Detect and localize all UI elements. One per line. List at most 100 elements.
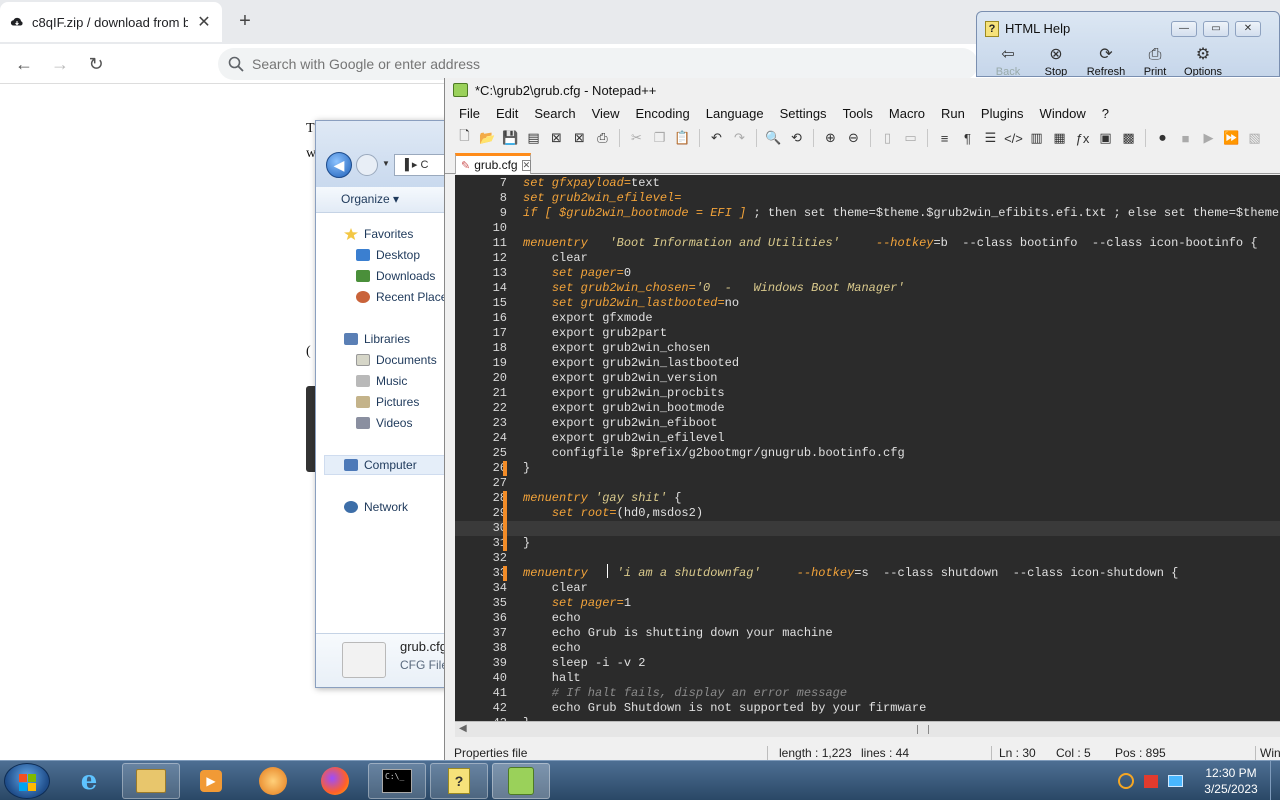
search-tray-icon[interactable] [1118, 773, 1134, 789]
code-line[interactable]: 35 set pager=1 [455, 596, 1280, 611]
copy-icon[interactable]: ❐ [650, 129, 669, 148]
explorer-back-icon[interactable]: ◀ [326, 152, 352, 178]
code-line[interactable]: 42 echo Grub Shutdown is not supported b… [455, 701, 1280, 716]
word-wrap-icon[interactable]: ≡ [935, 129, 954, 148]
code-line[interactable]: 19 export grub2win_lastbooted [455, 356, 1280, 371]
xml-tag-icon[interactable]: </> [1004, 129, 1023, 148]
scrollbar-thumb[interactable] [917, 725, 929, 734]
sync-horizontal-icon[interactable]: ▭ [901, 129, 920, 148]
undo-icon[interactable]: ↶ [707, 129, 726, 148]
code-line[interactable]: 34 clear [455, 581, 1280, 596]
new-tab-button[interactable]: + [234, 10, 256, 33]
help-options-button[interactable]: ⚙ Options [1178, 44, 1228, 76]
code-line[interactable]: 30 [455, 521, 1280, 536]
file-tab-grub-cfg[interactable]: ✎ grub.cfg ✕ [455, 153, 532, 174]
back-arrow-icon[interactable]: ← [12, 52, 36, 76]
menu-macro[interactable]: Macro [889, 106, 925, 121]
code-line[interactable]: 14 set grub2win_chosen='0 - Windows Boot… [455, 281, 1280, 296]
zoom-in-icon[interactable]: ⊕ [821, 129, 840, 148]
menu-window[interactable]: Window [1040, 106, 1086, 121]
code-line[interactable]: 41 # If halt fails, display an error mes… [455, 686, 1280, 701]
code-line[interactable]: 12 clear [455, 251, 1280, 266]
chevron-down-icon[interactable]: ▼ [382, 159, 390, 168]
document-list-icon[interactable]: ▦ [1050, 129, 1069, 148]
code-line[interactable]: 26} [455, 461, 1280, 476]
record-macro-icon[interactable]: ⏺ [1153, 129, 1172, 148]
stop-macro-icon[interactable]: ■ [1176, 129, 1195, 148]
nav-favorites[interactable]: Favorites [344, 225, 413, 243]
code-line[interactable]: 13 set pager=0 [455, 266, 1280, 281]
code-line[interactable]: 10 [455, 221, 1280, 236]
taskbar-app[interactable] [244, 763, 302, 799]
print-icon[interactable]: ⎙ [593, 129, 612, 148]
code-line[interactable]: 27 [455, 476, 1280, 491]
horizontal-scrollbar[interactable]: ◀ [455, 721, 1280, 737]
code-editor[interactable]: 7 set gfxpayload=text 8 set grub2win_efilev… [455, 175, 1280, 721]
replace-icon[interactable]: ⟲ [787, 129, 806, 148]
menu-edit[interactable]: Edit [496, 106, 518, 121]
document-map-icon[interactable]: ▥ [1027, 129, 1046, 148]
code-line[interactable]: 38 echo [455, 641, 1280, 656]
code-line[interactable]: 36 echo [455, 611, 1280, 626]
flag-icon[interactable] [1144, 774, 1158, 788]
code-line[interactable]: 22 export grub2win_bootmode [455, 401, 1280, 416]
nav-downloads[interactable]: Downloads [356, 267, 435, 285]
nav-libraries[interactable]: Libraries [344, 330, 410, 348]
menu-language[interactable]: Language [706, 106, 764, 121]
save-macro-icon[interactable]: ▧ [1245, 129, 1264, 148]
menu-file[interactable]: File [459, 106, 480, 121]
menu-settings[interactable]: Settings [780, 106, 827, 121]
nav-videos[interactable]: Videos [356, 414, 412, 432]
menu-plugins[interactable]: Plugins [981, 106, 1024, 121]
tab-close-icon[interactable]: ✕ [521, 159, 532, 171]
code-line[interactable]: 39 sleep -i -v 2 [455, 656, 1280, 671]
save-all-icon[interactable]: ▤ [524, 129, 543, 148]
play-macro-icon[interactable]: ▶ [1199, 129, 1218, 148]
code-line[interactable]: 25 configfile $prefix/g2bootmgr/gnugrub.… [455, 446, 1280, 461]
run-macro-multiple-icon[interactable]: ⏩ [1222, 129, 1241, 148]
paste-icon[interactable]: 📋 [673, 129, 692, 148]
explorer-forward-icon[interactable] [356, 154, 378, 176]
code-line[interactable]: 24 export grub2win_efilevel [455, 431, 1280, 446]
code-line[interactable]: 33 menuentry 'i am a shutdownfag' --hotke… [455, 566, 1280, 581]
help-stop-button[interactable]: ⊗ Stop [1031, 44, 1081, 76]
code-line[interactable]: 31} [455, 536, 1280, 551]
reload-icon[interactable]: ↻ [84, 52, 108, 76]
code-line[interactable]: 16 export gfxmode [455, 311, 1280, 326]
code-line[interactable]: 17 export grub2part [455, 326, 1280, 341]
code-line[interactable]: 32 [455, 551, 1280, 566]
close-file-icon[interactable]: ⊠ [547, 129, 566, 148]
close-all-icon[interactable]: ⊠ [570, 129, 589, 148]
nav-documents[interactable]: Documents [356, 351, 437, 369]
organize-button[interactable]: Organize ▾ [341, 192, 399, 206]
nav-desktop[interactable]: Desktop [356, 246, 420, 264]
open-folder-icon[interactable]: 📂 [478, 129, 497, 148]
code-line[interactable]: 21 export grub2win_procbits [455, 386, 1280, 401]
nav-recent-places[interactable]: Recent Places [356, 288, 453, 306]
menu-help[interactable]: ? [1102, 106, 1109, 121]
minimize-button[interactable]: — [1171, 21, 1197, 37]
browser-tab[interactable]: c8qIF.zip / download from bash ✕ [0, 2, 222, 42]
help-refresh-button[interactable]: ⟳ Refresh [1081, 44, 1131, 76]
taskbar-explorer[interactable] [122, 763, 180, 799]
code-line[interactable]: 18 export grub2win_chosen [455, 341, 1280, 356]
help-back-button[interactable]: ⇦ Back [983, 44, 1033, 76]
menu-tools[interactable]: Tools [843, 106, 873, 121]
code-line[interactable]: 23 export grub2win_efiboot [455, 416, 1280, 431]
zoom-out-icon[interactable]: ⊖ [844, 129, 863, 148]
help-print-button[interactable]: ⎙ Print [1130, 44, 1180, 76]
find-icon[interactable]: 🔍 [764, 129, 783, 148]
address-input[interactable] [252, 56, 852, 72]
new-file-icon[interactable]: 🗋 [455, 128, 474, 148]
nav-pictures[interactable]: Pictures [356, 393, 419, 411]
show-all-chars-icon[interactable]: ¶ [958, 129, 977, 148]
function-list-icon[interactable]: ƒx [1073, 129, 1092, 148]
address-bar[interactable] [218, 48, 978, 80]
menu-run[interactable]: Run [941, 106, 965, 121]
folder-workspace-icon[interactable]: ▩ [1119, 129, 1138, 148]
code-line[interactable]: 7 set gfxpayload=text [455, 176, 1280, 191]
code-line[interactable]: 28 menuentry 'gay shit' { [455, 491, 1280, 506]
menu-view[interactable]: View [592, 106, 620, 121]
system-clock[interactable]: 12:30 PM 3/25/2023 [1196, 765, 1266, 797]
menu-encoding[interactable]: Encoding [636, 106, 690, 121]
